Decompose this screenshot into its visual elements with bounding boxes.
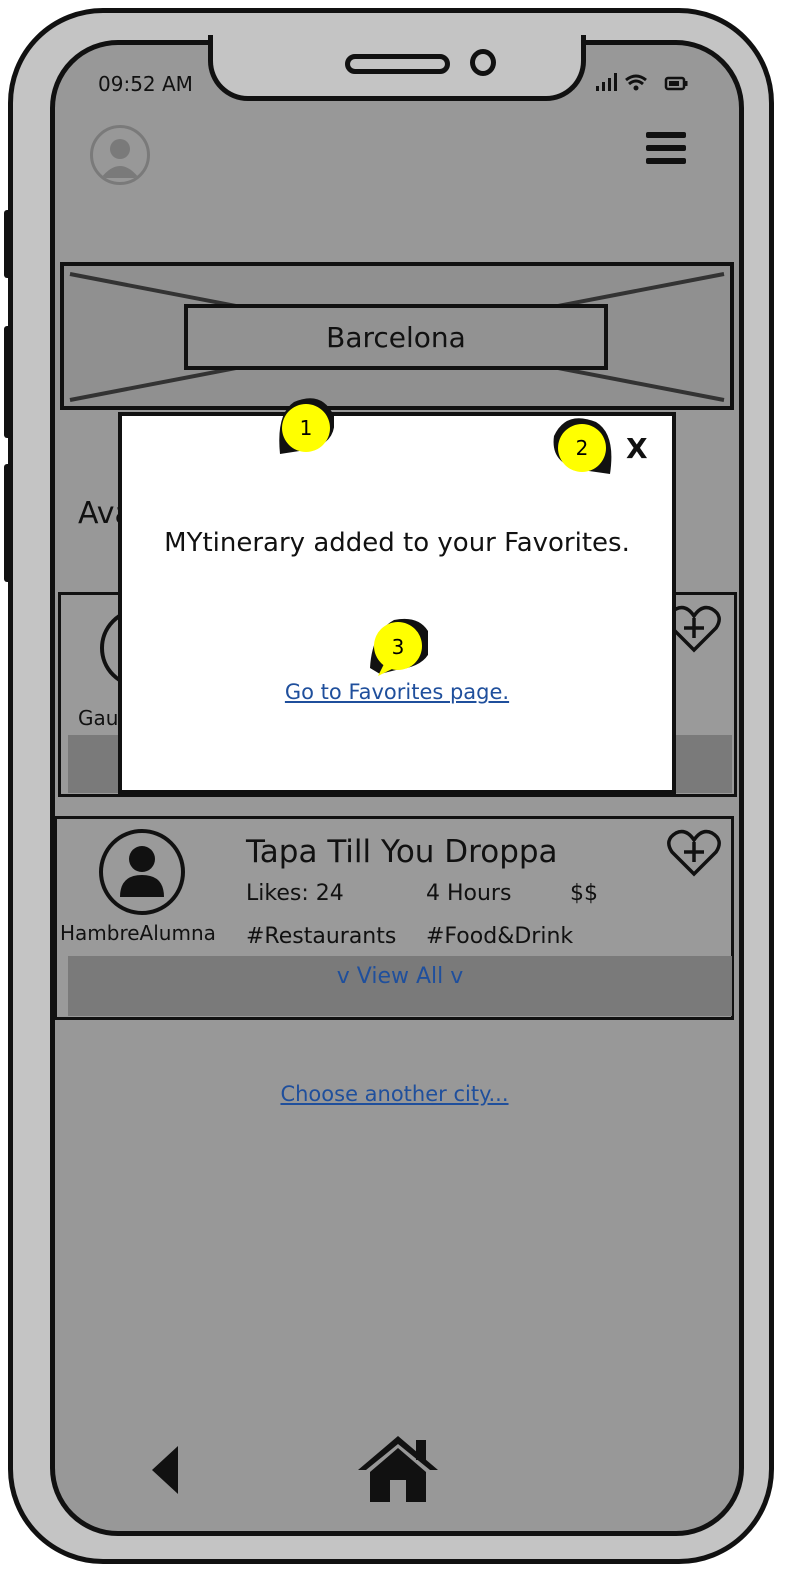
phone-side-button <box>4 464 12 582</box>
svg-text:2: 2 <box>576 436 589 460</box>
choose-another-city-link[interactable]: Choose another city... <box>0 1082 789 1106</box>
heart-plus-icon[interactable] <box>666 828 722 882</box>
callout-marker: 3 <box>366 614 432 680</box>
phone-side-button <box>4 210 12 278</box>
svg-text:3: 3 <box>392 635 405 659</box>
modal-message: MYtinerary added to your Favorites. <box>164 528 630 558</box>
hamburger-menu-icon[interactable] <box>646 132 686 166</box>
home-icon[interactable] <box>356 1434 440 1508</box>
city-title: Barcelona <box>184 304 608 370</box>
status-time: 09:52 AM <box>98 72 193 96</box>
svg-text:1: 1 <box>300 416 313 440</box>
callout-marker: 2 <box>552 414 614 480</box>
card-username: HambreAlumna <box>60 921 216 945</box>
phone-side-button <box>4 326 12 438</box>
camera-icon <box>470 49 496 76</box>
speaker-icon <box>345 54 450 74</box>
card-price: $$ <box>570 881 598 906</box>
view-all-link[interactable]: v View All v <box>68 964 732 989</box>
callout-marker: 1 <box>272 394 335 460</box>
user-avatar-icon[interactable] <box>90 125 150 185</box>
card-likes: Likes: 24 <box>246 881 344 906</box>
back-triangle-icon[interactable] <box>148 1444 184 1500</box>
signal-wifi-battery-icon <box>596 73 688 91</box>
card-title: Tapa Till You Droppa <box>246 834 558 870</box>
modal-close-button[interactable]: X <box>626 432 648 465</box>
card-tag[interactable]: #Restaurants <box>246 924 396 949</box>
go-to-favorites-link[interactable]: Go to Favorites page. <box>118 680 676 704</box>
card-tag[interactable]: #Food&Drink <box>426 924 573 949</box>
card-username: Gau <box>78 706 119 730</box>
card-duration: 4 Hours <box>426 881 512 906</box>
status-icons <box>594 70 694 99</box>
user-avatar-icon <box>99 829 185 915</box>
